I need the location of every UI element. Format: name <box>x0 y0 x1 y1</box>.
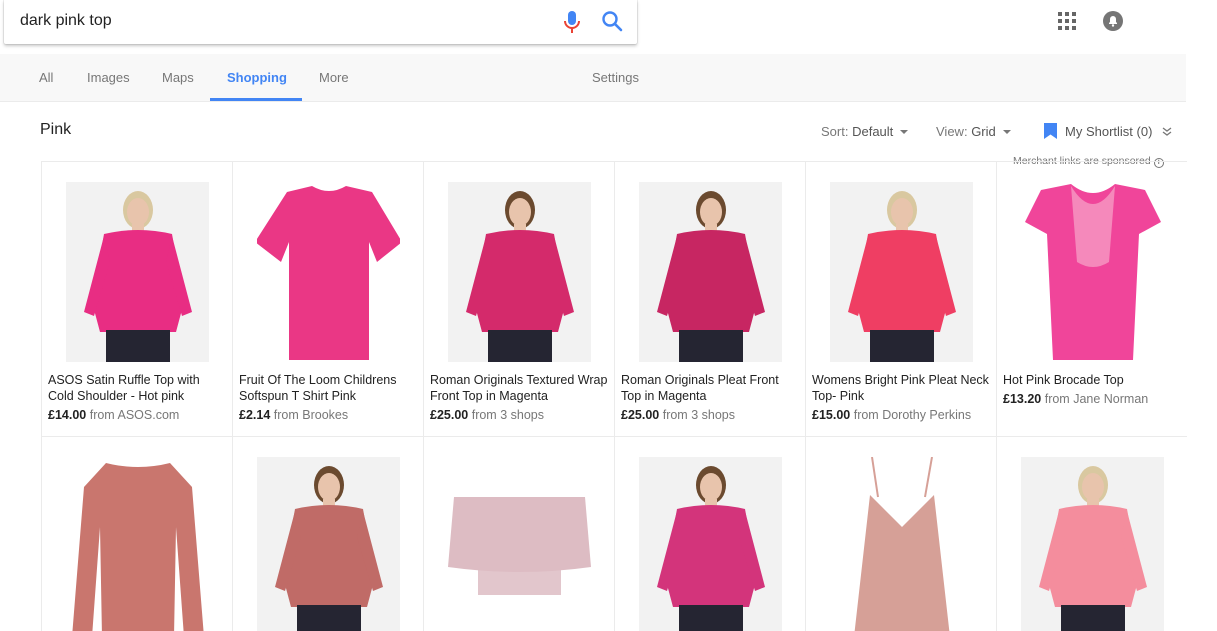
product-image[interactable] <box>66 182 209 362</box>
product-image[interactable] <box>448 457 591 631</box>
sort-label: Sort: <box>821 124 849 139</box>
product-title[interactable]: Roman Originals Pleat Front Top in Magen… <box>621 372 801 404</box>
chevron-down-icon[interactable] <box>1162 127 1172 137</box>
caret-down-icon <box>1002 129 1011 134</box>
product-price: £25.00 <box>621 408 660 422</box>
tab-more[interactable]: More <box>319 70 349 85</box>
product-image[interactable] <box>1021 457 1164 631</box>
product-merchant: from 3 shops <box>471 408 544 422</box>
tab-settings[interactable]: Settings <box>592 70 639 85</box>
product-card[interactable] <box>996 436 1187 631</box>
product-card[interactable]: Roman Originals Textured Wrap Front Top … <box>423 161 614 437</box>
apps-grid-icon[interactable] <box>1058 12 1076 30</box>
product-title[interactable]: ASOS Satin Ruffle Top with Cold Shoulder… <box>48 372 228 404</box>
product-price-line: £14.00 from ASOS.com <box>48 408 232 422</box>
product-price: £14.00 <box>48 408 87 422</box>
product-image[interactable] <box>639 182 782 362</box>
search-input[interactable] <box>20 8 540 34</box>
product-merchant: from Dorothy Perkins <box>853 408 972 422</box>
product-title[interactable]: Fruit Of The Loom Childrens Softspun T S… <box>239 372 419 404</box>
product-card[interactable] <box>805 436 996 631</box>
active-tab-indicator <box>210 98 302 101</box>
product-card[interactable] <box>41 436 232 631</box>
bookmark-icon[interactable] <box>1044 123 1057 139</box>
product-price-line: £15.00 from Dorothy Perkins <box>812 408 996 422</box>
product-merchant: from Jane Norman <box>1044 392 1149 406</box>
product-title[interactable]: Womens Bright Pink Pleat Neck Top- Pink <box>812 372 992 404</box>
product-price-line: £2.14 from Brookes <box>239 408 423 422</box>
product-card[interactable] <box>423 436 614 631</box>
tab-all[interactable]: All <box>39 70 53 85</box>
search-tabs-bar: All Images Maps Shopping More Settings <box>0 54 1186 102</box>
product-image[interactable] <box>1021 182 1164 362</box>
product-image[interactable] <box>66 457 209 631</box>
product-merchant: from Brookes <box>273 408 349 422</box>
product-merchant: from ASOS.com <box>89 408 180 422</box>
product-card[interactable] <box>614 436 805 631</box>
product-title[interactable]: Hot Pink Brocade Top <box>1003 372 1183 388</box>
product-card[interactable]: Womens Bright Pink Pleat Neck Top- Pink £… <box>805 161 996 437</box>
search-icon[interactable] <box>600 9 624 33</box>
view-value: Grid <box>971 124 996 139</box>
product-price-line: £13.20 from Jane Norman <box>1003 392 1187 406</box>
product-image[interactable] <box>830 457 973 631</box>
tab-images[interactable]: Images <box>87 70 130 85</box>
view-dropdown[interactable]: View: Grid <box>936 124 1011 139</box>
product-title[interactable]: Roman Originals Textured Wrap Front Top … <box>430 372 610 404</box>
product-price: £13.20 <box>1003 392 1042 406</box>
product-image[interactable] <box>257 182 400 362</box>
product-price: £15.00 <box>812 408 851 422</box>
mic-icon[interactable] <box>561 9 583 35</box>
tab-maps[interactable]: Maps <box>162 70 194 85</box>
product-card[interactable]: ASOS Satin Ruffle Top with Cold Shoulder… <box>41 161 232 437</box>
caret-down-icon <box>900 129 909 134</box>
product-card[interactable]: Roman Originals Pleat Front Top in Magen… <box>614 161 805 437</box>
product-price: £2.14 <box>239 408 271 422</box>
section-title: Pink <box>40 121 72 138</box>
product-card[interactable]: Hot Pink Brocade Top £13.20 from Jane Nor… <box>996 161 1187 437</box>
product-image[interactable] <box>639 457 782 631</box>
search-box[interactable] <box>4 0 637 44</box>
product-price-line: £25.00 from 3 shops <box>621 408 805 422</box>
product-price-line: £25.00 from 3 shops <box>430 408 614 422</box>
view-label: View: <box>936 124 968 139</box>
account-area[interactable] <box>1132 0 1186 50</box>
product-price: £25.00 <box>430 408 469 422</box>
sort-dropdown[interactable]: Sort: Default <box>821 124 909 139</box>
notifications-bell-icon[interactable] <box>1102 10 1124 32</box>
product-image[interactable] <box>830 182 973 362</box>
my-shortlist-button[interactable]: My Shortlist (0) <box>1065 124 1152 139</box>
tab-shopping[interactable]: Shopping <box>227 70 287 85</box>
product-image[interactable] <box>257 457 400 631</box>
product-card[interactable]: Fruit Of The Loom Childrens Softspun T S… <box>232 161 423 437</box>
product-image[interactable] <box>448 182 591 362</box>
product-card[interactable] <box>232 436 423 631</box>
sort-value: Default <box>852 124 894 139</box>
product-merchant: from 3 shops <box>662 408 735 422</box>
